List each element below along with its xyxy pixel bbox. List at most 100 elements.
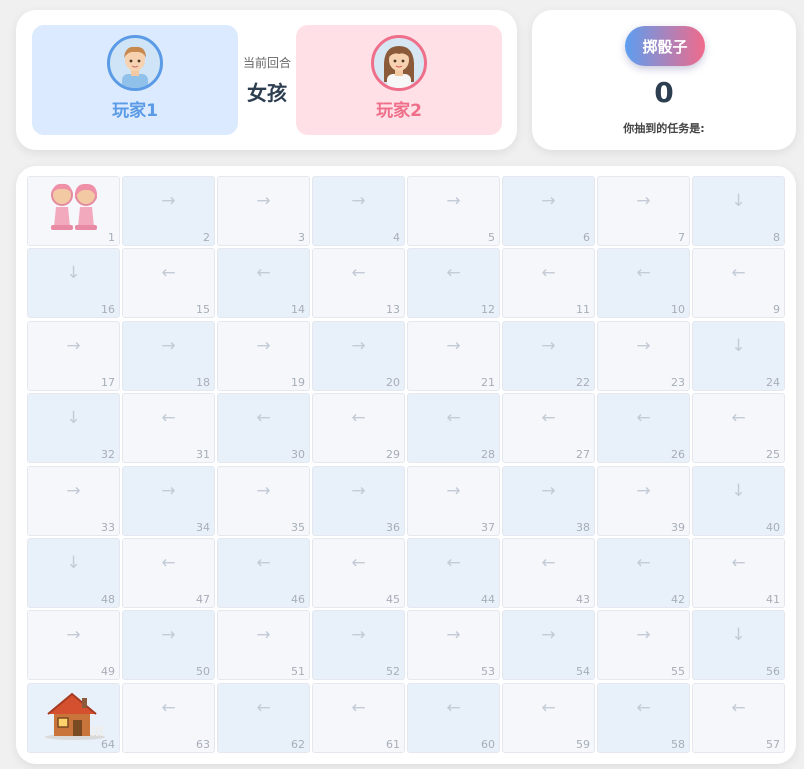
cell-number: 51 bbox=[291, 665, 305, 679]
board-cell: → 35 bbox=[217, 465, 310, 536]
direction-arrow-icon: → bbox=[66, 480, 81, 501]
board-cell: ← 44 bbox=[407, 538, 500, 608]
direction-arrow-icon: → bbox=[351, 191, 366, 211]
board-cell: → 22 bbox=[502, 320, 595, 391]
direction-arrow-icon: ↓ bbox=[731, 191, 746, 211]
board-cell: ← 29 bbox=[312, 393, 405, 464]
direction-arrow-icon: ← bbox=[446, 697, 461, 718]
board-cell: ↓ 16 bbox=[27, 248, 120, 319]
board-cell: ← 30 bbox=[217, 393, 310, 464]
board-cell: → 52 bbox=[312, 610, 405, 681]
board-cell: ← 62 bbox=[217, 682, 310, 753]
direction-arrow-icon: ← bbox=[541, 697, 556, 718]
cell-number: 62 bbox=[291, 737, 305, 751]
cell-number: 57 bbox=[766, 737, 780, 751]
direction-arrow-icon: → bbox=[161, 335, 176, 356]
board-cell: → 37 bbox=[407, 465, 500, 536]
direction-arrow-icon: ← bbox=[256, 553, 271, 573]
cell-number: 35 bbox=[291, 520, 305, 534]
player1-card: 玩家1 bbox=[32, 25, 238, 135]
direction-arrow-icon: → bbox=[446, 625, 461, 646]
cell-number: 20 bbox=[386, 375, 400, 389]
direction-arrow-icon: ← bbox=[731, 697, 746, 718]
cell-number: 5 bbox=[488, 231, 495, 244]
cell-number: 3 bbox=[298, 231, 305, 244]
cell-number: 59 bbox=[576, 737, 590, 751]
board-cell: ← 41 bbox=[692, 538, 785, 608]
direction-arrow-icon: → bbox=[161, 191, 176, 211]
cell-number: 29 bbox=[386, 448, 400, 462]
board-cell: ← 63 bbox=[122, 682, 215, 753]
direction-arrow-icon: ← bbox=[446, 553, 461, 573]
board-cell: → 7 bbox=[597, 176, 690, 246]
direction-arrow-icon: → bbox=[66, 335, 81, 356]
direction-arrow-icon: → bbox=[256, 480, 271, 501]
direction-arrow-icon: ← bbox=[351, 408, 366, 429]
player1-name: 玩家1 bbox=[112, 101, 158, 121]
boy-avatar-icon bbox=[107, 35, 163, 91]
cell-number: 26 bbox=[671, 448, 685, 462]
board-cell: ← 25 bbox=[692, 393, 785, 464]
board-cell: ↓ 56 bbox=[692, 610, 785, 681]
board-cell: → 53 bbox=[407, 610, 500, 681]
direction-arrow-icon: ← bbox=[636, 263, 651, 284]
direction-arrow-icon: ← bbox=[541, 553, 556, 573]
board-cell: → 3 bbox=[217, 176, 310, 246]
board-cell: ← 27 bbox=[502, 393, 595, 464]
direction-arrow-icon: ← bbox=[161, 697, 176, 718]
cell-number: 30 bbox=[291, 448, 305, 462]
roll-dice-button[interactable]: 掷骰子 bbox=[625, 26, 705, 66]
direction-arrow-icon: ← bbox=[161, 408, 176, 429]
board-cell: ← 46 bbox=[217, 538, 310, 608]
task-label: 你抽到的任务是: bbox=[623, 122, 705, 135]
board-cell: ← 60 bbox=[407, 682, 500, 753]
cell-number: 60 bbox=[481, 737, 495, 751]
board-cell: ← 11 bbox=[502, 248, 595, 319]
cell-number: 22 bbox=[576, 375, 590, 389]
cell-number: 46 bbox=[291, 593, 305, 606]
direction-arrow-icon: → bbox=[351, 480, 366, 501]
board-cell: ← 43 bbox=[502, 538, 595, 608]
cell-number: 15 bbox=[196, 303, 210, 317]
direction-arrow-icon: ↓ bbox=[731, 335, 746, 356]
cell-number: 23 bbox=[671, 375, 685, 389]
cell-number: 10 bbox=[671, 303, 685, 317]
board-cell: → 39 bbox=[597, 465, 690, 536]
cell-number: 40 bbox=[766, 520, 780, 534]
board-cell: 1 bbox=[27, 176, 120, 246]
direction-arrow-icon: ← bbox=[541, 408, 556, 429]
board-cell: → 51 bbox=[217, 610, 310, 681]
direction-arrow-icon: ← bbox=[161, 553, 176, 573]
cell-number: 28 bbox=[481, 448, 495, 462]
cell-number: 25 bbox=[766, 448, 780, 462]
direction-arrow-icon: → bbox=[541, 480, 556, 501]
cell-number: 54 bbox=[576, 665, 590, 679]
board-cell: → 20 bbox=[312, 320, 405, 391]
cell-number: 52 bbox=[386, 665, 400, 679]
board-cell: → 6 bbox=[502, 176, 595, 246]
cell-number: 42 bbox=[671, 593, 685, 606]
cell-number: 37 bbox=[481, 520, 495, 534]
direction-arrow-icon: ← bbox=[636, 408, 651, 429]
cell-number: 49 bbox=[101, 665, 115, 679]
direction-arrow-icon: → bbox=[446, 480, 461, 501]
board-cell: → 17 bbox=[27, 320, 120, 391]
direction-arrow-icon: → bbox=[636, 335, 651, 356]
cell-number: 18 bbox=[196, 375, 210, 389]
board-cell: ← 59 bbox=[502, 682, 595, 753]
direction-arrow-icon: ← bbox=[256, 408, 271, 429]
board-cell: ← 42 bbox=[597, 538, 690, 608]
direction-arrow-icon: → bbox=[256, 625, 271, 646]
board-cell: ← 57 bbox=[692, 682, 785, 753]
direction-arrow-icon: ← bbox=[446, 263, 461, 284]
board-cell: 64 bbox=[27, 682, 120, 753]
cell-number: 36 bbox=[386, 520, 400, 534]
direction-arrow-icon: → bbox=[541, 625, 556, 646]
direction-arrow-icon: → bbox=[636, 480, 651, 501]
board-cell: → 38 bbox=[502, 465, 595, 536]
direction-arrow-icon: ← bbox=[351, 697, 366, 718]
game-board-panel: 1 → 2 → 3 → 4 → 5 → 6 → 7 ↓ 8 ↓ 16 ← 15 ← 14 ← 13 ← 12 ← 11 ← 10 ← 9 → 1… bbox=[16, 166, 796, 764]
cell-number: 19 bbox=[291, 375, 305, 389]
cell-number: 50 bbox=[196, 665, 210, 679]
cell-number: 8 bbox=[773, 231, 780, 244]
